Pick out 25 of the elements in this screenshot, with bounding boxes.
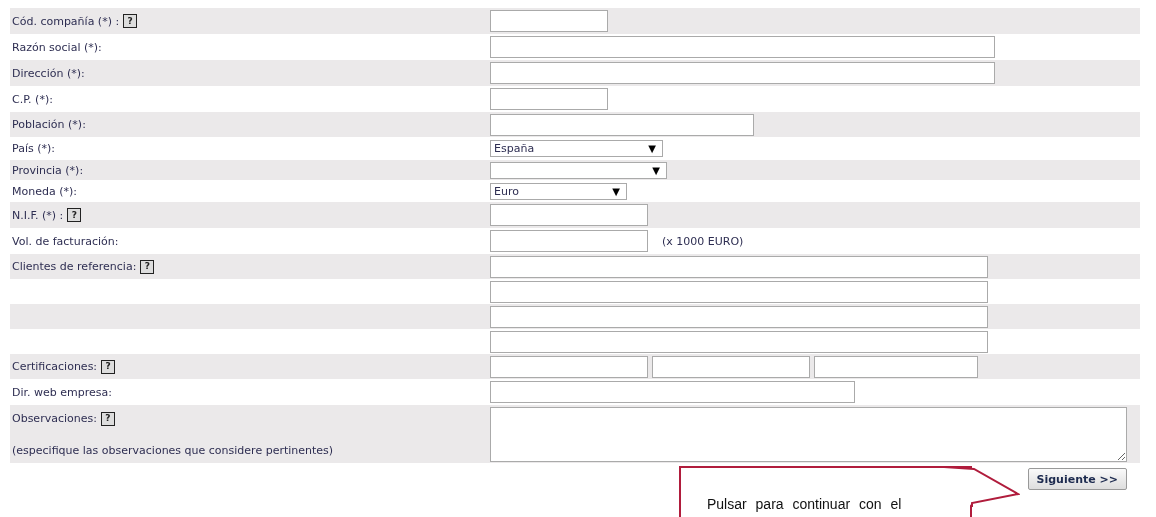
help-icon[interactable]: ? bbox=[140, 259, 155, 274]
dropdown[interactable]: ▼ bbox=[490, 161, 667, 179]
field-label: N.I.F. (*) : bbox=[12, 208, 64, 222]
field-label: Población (*): bbox=[12, 118, 86, 131]
field-label: Cód. compañía (*) : bbox=[12, 14, 120, 28]
dropdown[interactable]: España ▼ bbox=[490, 140, 663, 157]
hint-text: (especifique las observaciones que considere pertinentes) bbox=[12, 443, 334, 457]
field-label: País (*): bbox=[12, 142, 55, 155]
next-button[interactable]: Siguiente >> bbox=[1027, 468, 1127, 490]
field-label: C.P. (*): bbox=[12, 92, 53, 106]
help-icon[interactable]: ? bbox=[101, 359, 116, 374]
field-label: Certificaciones: bbox=[12, 360, 98, 373]
dropdown[interactable]: Euro ▼ bbox=[490, 182, 627, 200]
help-icon[interactable]: ? bbox=[123, 14, 138, 28]
field-label: Observaciones: bbox=[12, 412, 97, 425]
help-icon[interactable]: ? bbox=[100, 411, 115, 426]
field-label: Moneda (*): bbox=[12, 184, 77, 198]
field-label: Vol. de facturación: bbox=[12, 234, 119, 248]
field-label: Razón social (*): bbox=[12, 40, 102, 54]
help-icon[interactable]: ? bbox=[67, 208, 82, 222]
unit-note: (x 1000 EURO) bbox=[662, 234, 744, 248]
field-label: Provincia (*): bbox=[12, 163, 84, 177]
field-label: Dir. web empresa: bbox=[12, 385, 112, 399]
field-label: Dirección (*): bbox=[12, 66, 85, 80]
field-label: Clientes de referencia: bbox=[12, 260, 137, 273]
